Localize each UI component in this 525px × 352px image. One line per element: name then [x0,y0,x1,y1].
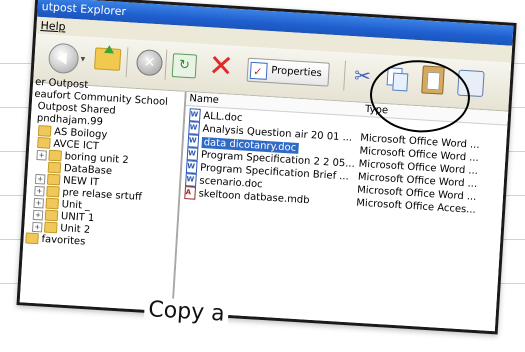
toolbar-separator [343,60,347,91]
delete-icon[interactable]: ✕ [207,46,235,87]
expand-icon[interactable]: + [36,149,47,161]
back-button[interactable] [47,42,80,75]
folder-open-icon [47,161,62,174]
expand-icon[interactable]: + [33,197,45,208]
stop-icon[interactable]: ✕ [135,48,164,77]
folder-tree: er Outpost eaufort Community School Outp… [19,77,187,312]
folder-icon [37,125,52,137]
screenshot-stage: utpost Explorer Help ▾ ✕ ↻ ✕ Properties … [15,0,517,352]
folder-icon [48,149,62,162]
folder-icon [45,197,60,210]
menu-help[interactable]: Help [40,19,66,34]
expand-icon[interactable]: + [32,221,43,232]
tree-item[interactable]: favorites [25,232,86,248]
caption-text: Copy a [143,296,230,327]
properties-icon [249,61,268,80]
folder-icon [44,209,59,222]
cut-icon[interactable]: ✂ [353,63,371,88]
explorer-window: utpost Explorer Help ▾ ✕ ↻ ✕ Properties … [16,0,517,335]
refresh-icon[interactable]: ↻ [171,53,198,79]
word-doc-icon [187,134,200,148]
word-doc-icon [185,160,198,174]
expand-icon[interactable]: + [34,173,46,185]
toolbar-separator [125,47,129,78]
folder-icon [46,173,61,186]
word-doc-icon [185,173,197,187]
folder-icon [46,185,60,198]
folder-icon [37,136,51,149]
word-doc-icon [189,108,201,122]
access-db-icon [184,186,197,200]
properties-button[interactable]: Properties [246,57,330,87]
folder-icon [43,221,58,234]
toolbar-separator [164,49,168,80]
back-dropdown-icon[interactable]: ▾ [80,54,85,64]
word-doc-icon [188,121,200,135]
expand-icon[interactable]: + [34,185,45,197]
star-folder-icon [25,232,39,245]
expand-icon[interactable]: + [32,209,44,220]
word-doc-icon [186,147,199,161]
properties-label: Properties [270,65,323,80]
file-list: Name Type ALL.doc Analysis Question air … [173,92,517,332]
folder-up-icon[interactable] [94,47,122,71]
